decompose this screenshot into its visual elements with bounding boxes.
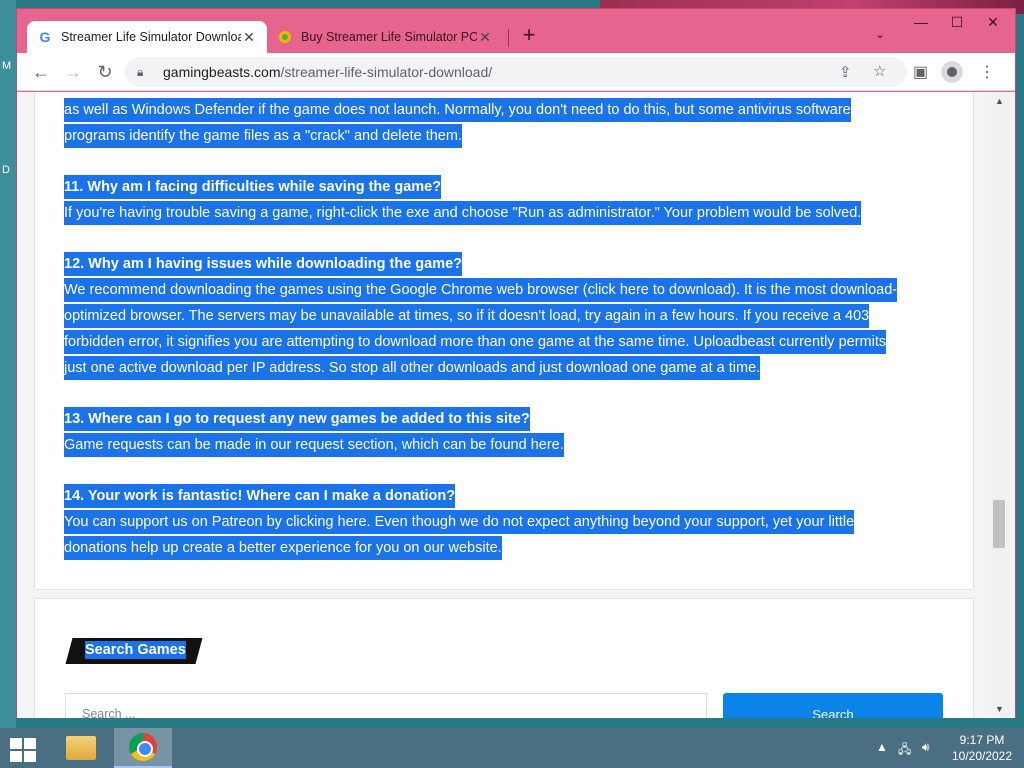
profile-avatar-icon[interactable] [941, 61, 963, 83]
faq-answer-11: If you're having trouble saving a game, … [64, 200, 862, 226]
faq-answer-12: optimized browser. The servers may be un… [64, 303, 870, 329]
faq-answer-14: donations help up create a better experi… [64, 535, 502, 561]
faq-question-13: 13. Where can I go to request any new ga… [64, 406, 530, 432]
faq-answer-12: forbidden error, it signifies you are at… [64, 329, 887, 355]
search-input[interactable]: Search ... [65, 693, 707, 718]
site-favicon-icon [277, 29, 293, 45]
network-icon[interactable]: 🖧︎ [898, 740, 911, 761]
scrollbar-thumb[interactable] [993, 500, 1005, 548]
back-arrow-icon[interactable]: ← [29, 60, 53, 84]
desktop-strip [0, 0, 16, 728]
desktop-icon-label: M [2, 60, 12, 72]
search-button[interactable]: Search [723, 693, 943, 718]
taskbar: ▲ 🖧︎ 🔊︎ 9:17 PM 10/20/2022 [0, 728, 1024, 768]
faq-question-12: 12. Why am I having issues while downloa… [64, 251, 463, 277]
tab-streamer-download[interactable]: G Streamer Life Simulator Downloa ✕ [27, 21, 267, 53]
maximize-icon[interactable]: ☐ [939, 11, 975, 33]
tab-title: Buy Streamer Life Simulator PC S [301, 30, 477, 44]
bookmark-star-icon[interactable]: ☆ [873, 62, 886, 80]
menu-kebab-icon[interactable]: ⋮ [979, 62, 995, 82]
tab-buy-streamer[interactable]: Buy Streamer Life Simulator PC S ✕ [267, 21, 503, 53]
tray-chevron-up-icon[interactable]: ▲ [876, 740, 888, 754]
faq-question-11: 11. Why am I facing difficulties while s… [64, 174, 442, 200]
new-tab-plus-icon[interactable]: + [517, 24, 541, 48]
reload-icon[interactable]: ↻ [93, 60, 117, 84]
tab-title: Streamer Life Simulator Downloa [61, 30, 241, 44]
chrome-window: G Streamer Life Simulator Downloa ✕ Buy … [16, 8, 1016, 718]
tab-separator [508, 29, 509, 47]
close-icon[interactable]: ✕ [241, 29, 257, 46]
address-bar[interactable]: 🔒︎ gamingbeasts.com/streamer-life-simula… [125, 57, 907, 87]
browser-toolbar: ← → ↻ 🔒︎ gamingbeasts.com/streamer-life-… [17, 53, 1015, 91]
forward-arrow-icon[interactable]: → [61, 60, 85, 84]
desktop-icon-label: D [2, 164, 10, 176]
chevron-down-icon[interactable]: ⌄ [875, 27, 885, 41]
file-explorer-icon[interactable] [52, 728, 110, 768]
faq-question-14: 14. Your work is fantastic! Where can I … [64, 483, 456, 509]
system-clock[interactable]: 9:17 PM 10/20/2022 [944, 732, 1020, 764]
faq-answer-12: We recommend downloading the games using… [64, 277, 898, 303]
url-host: gamingbeasts.com [163, 64, 281, 80]
chrome-taskbar-icon[interactable] [114, 728, 172, 768]
minimize-icon[interactable]: — [903, 11, 939, 33]
side-panel-icon[interactable]: ▣ [913, 62, 928, 82]
widget-title: Search Games [85, 641, 186, 659]
url-path: /streamer-life-simulator-download/ [280, 64, 493, 80]
article-line: as well as Windows Defender if the game … [64, 97, 851, 123]
faq-answer-14: You can support us on Patreon by clickin… [64, 509, 855, 535]
scrollbar-track[interactable] [991, 92, 1009, 718]
site-favicon-icon: G [39, 29, 51, 45]
volume-icon[interactable]: 🔊︎ [922, 740, 930, 755]
scroll-up-arrow-icon[interactable]: ▲ [995, 96, 1004, 106]
faq-answer-12: just one active download per IP address.… [64, 355, 761, 381]
article-line: programs identify the game files as a "c… [64, 123, 462, 149]
lock-icon: 🔒︎ [137, 64, 144, 79]
close-window-icon[interactable]: ✕ [975, 11, 1011, 33]
share-icon[interactable]: ⇪ [839, 63, 852, 81]
windows-start-icon[interactable] [8, 736, 38, 762]
scroll-down-arrow-icon[interactable]: ▼ [995, 704, 1004, 714]
page-viewport: as well as Windows Defender if the game … [17, 92, 1015, 718]
tab-strip: G Streamer Life Simulator Downloa ✕ Buy … [17, 9, 1015, 53]
clock-date: 10/20/2022 [951, 749, 1013, 763]
close-icon[interactable]: ✕ [477, 29, 493, 46]
clock-time: 9:17 PM [959, 733, 1005, 747]
faq-answer-13: Game requests can be made in our request… [64, 432, 564, 458]
